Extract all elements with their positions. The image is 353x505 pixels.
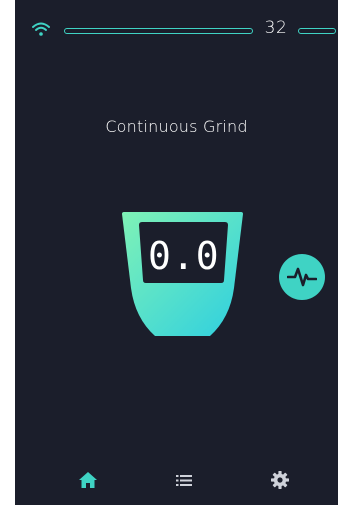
- nav-item-home[interactable]: [68, 462, 108, 498]
- home-icon: [79, 472, 97, 488]
- heartbeat-icon: [287, 267, 317, 287]
- status-bar: 32: [15, 0, 338, 60]
- list-icon: [176, 475, 192, 486]
- progress-track-right: [298, 28, 336, 34]
- progress-track-left: [64, 28, 253, 34]
- nav-item-list[interactable]: [164, 462, 204, 498]
- pulse-button[interactable]: [279, 254, 325, 300]
- page-title: Continuous Grind: [105, 117, 248, 136]
- weight-display: 0.0: [148, 234, 220, 278]
- wifi-icon: [32, 22, 50, 36]
- nav-item-settings[interactable]: [260, 462, 300, 498]
- bottom-nav: [15, 462, 338, 498]
- temperature-readout: 32: [264, 18, 288, 38]
- grinder-screen: 32 Continuous Grind 0.0: [15, 0, 338, 505]
- gear-icon: [271, 471, 289, 489]
